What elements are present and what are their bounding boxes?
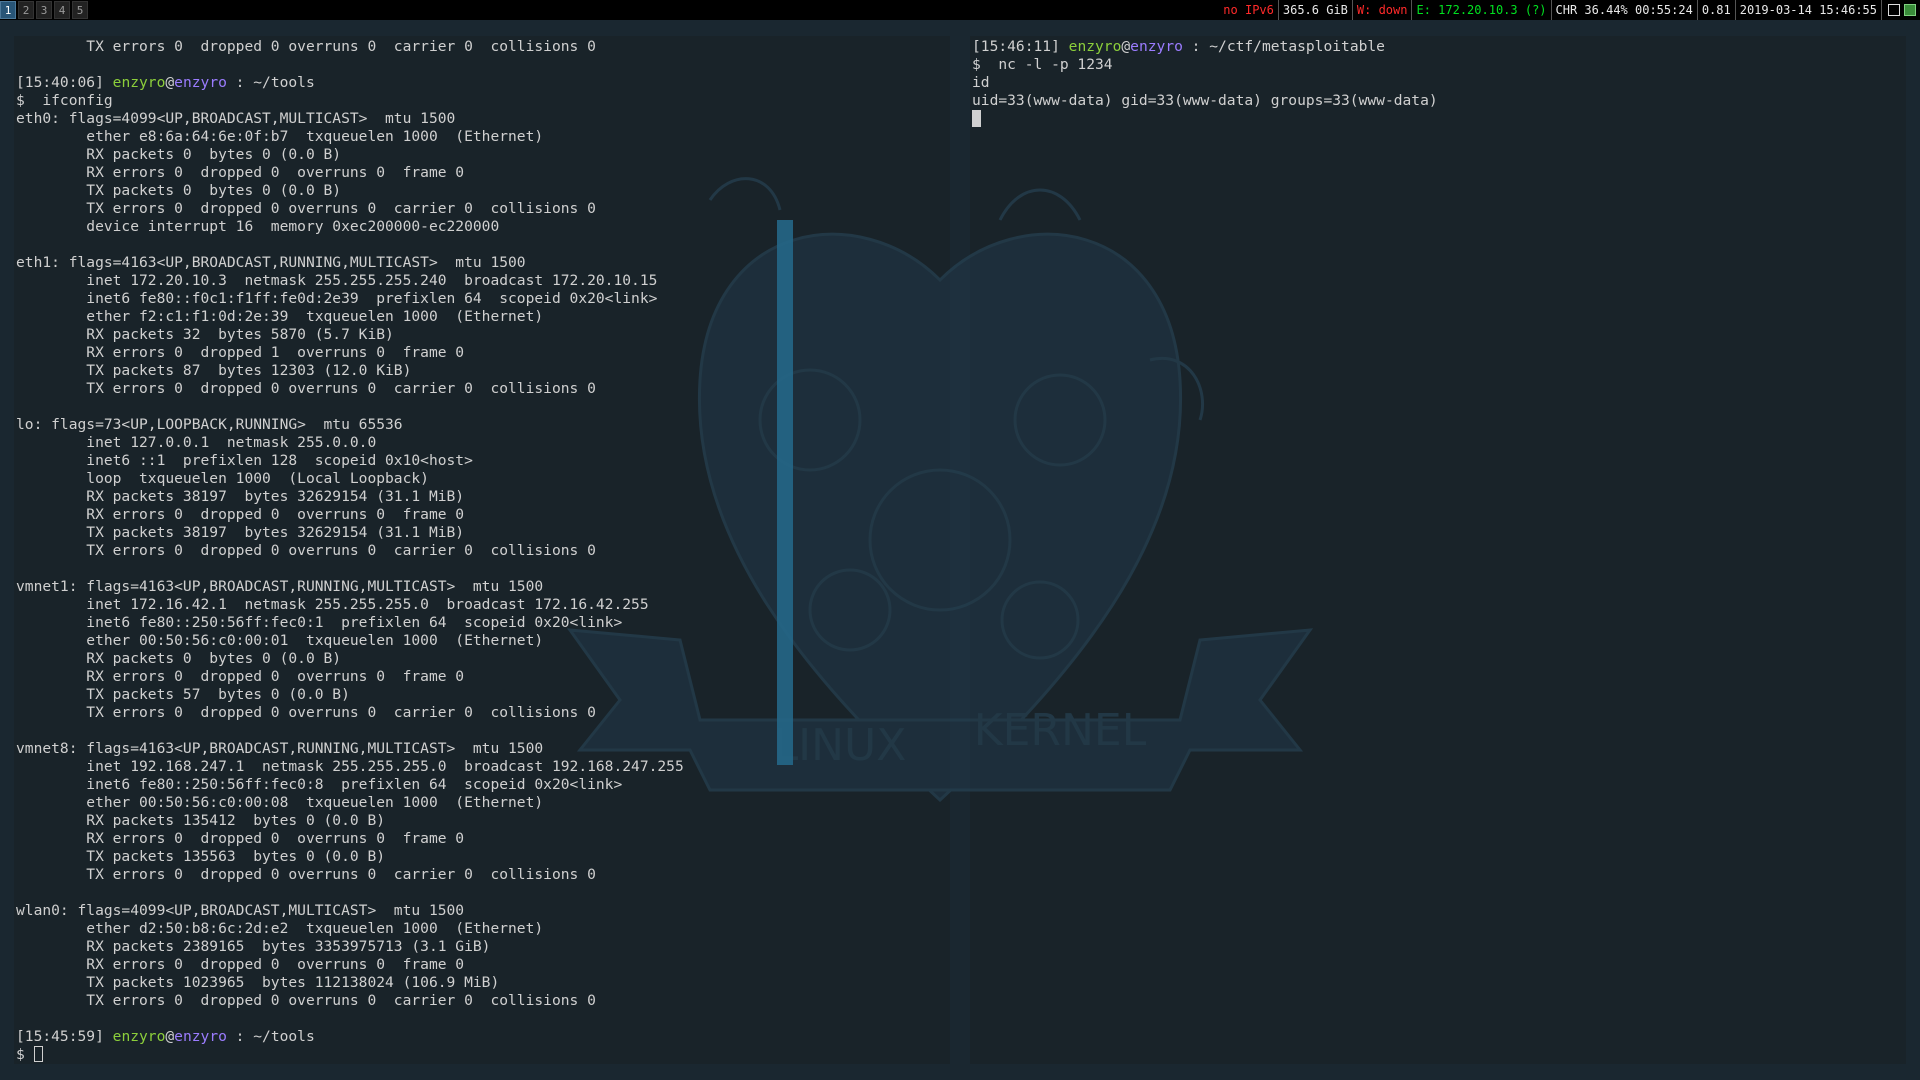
load-status: 0.81	[1698, 0, 1736, 20]
terminal-line: lo: flags=73<UP,LOOPBACK,RUNNING> mtu 65…	[16, 416, 403, 433]
terminal-line: TX errors 0 dropped 0 overruns 0 carrier…	[16, 200, 596, 217]
terminal-line: RX errors 0 dropped 0 overruns 0 frame 0	[16, 956, 465, 973]
desktop: TX errors 0 dropped 0 overruns 0 carrier…	[0, 20, 1920, 1080]
terminal-line: TX packets 135563 bytes 0 (0.0 B)	[16, 848, 386, 865]
terminal-line: inet6 fe80::250:56ff:fec0:1 prefixlen 64…	[16, 614, 623, 631]
terminal-line: ether d2:50:b8:6c:2d:e2 txqueuelen 1000 …	[16, 920, 544, 937]
terminal-line: eth0: flags=4099<UP,BROADCAST,MULTICAST>…	[16, 110, 456, 127]
prompt-user: enzyro	[1068, 38, 1122, 55]
terminal-line: RX packets 32 bytes 5870 (5.7 KiB)	[16, 326, 394, 343]
wallpaper-accent-stripe	[777, 220, 793, 765]
terminal-line: RX errors 0 dropped 0 overruns 0 frame 0	[16, 164, 465, 181]
terminal-line: [15:40:06] enzyro@enzyro : ~/tools	[16, 74, 315, 91]
terminal-line: [15:46:11] enzyro@enzyro : ~/ctf/metaspl…	[972, 38, 1385, 55]
terminal-cursor	[33, 1046, 43, 1062]
terminal-line: RX packets 135412 bytes 0 (0.0 B)	[16, 812, 386, 829]
terminal-line: TX errors 0 dropped 0 overruns 0 carrier…	[16, 38, 596, 55]
terminal-line: inet 127.0.0.1 netmask 255.0.0.0	[16, 434, 377, 451]
system-tray	[1882, 4, 1916, 16]
terminal-line: ether f2:c1:f1:0d:2e:39 txqueuelen 1000 …	[16, 308, 544, 325]
terminal-line: TX errors 0 dropped 0 overruns 0 carrier…	[16, 992, 596, 1009]
linux-kernel-heart-wallpaper-icon: LINUX KERNEL	[566, 177, 1314, 803]
ipv6-status: no IPv6	[1219, 0, 1279, 20]
terminal-line: vmnet8: flags=4163<UP,BROADCAST,RUNNING,…	[16, 740, 544, 757]
terminal-line: RX errors 0 dropped 0 overruns 0 frame 0	[16, 668, 465, 685]
terminal-line: RX errors 0 dropped 0 overruns 0 frame 0	[16, 830, 465, 847]
terminal-cursor	[972, 110, 981, 127]
terminal-line: RX packets 2389165 bytes 3353975713 (3.1…	[16, 938, 491, 955]
terminal-line: TX errors 0 dropped 0 overruns 0 carrier…	[16, 380, 596, 397]
terminal-line: TX packets 87 bytes 12303 (12.0 KiB)	[16, 362, 412, 379]
terminal-line: vmnet1: flags=4163<UP,BROADCAST,RUNNING,…	[16, 578, 544, 595]
terminal-line: RX packets 0 bytes 0 (0.0 B)	[16, 650, 342, 667]
wallpaper-right-word: KERNEL	[974, 705, 1147, 756]
workspace-switcher: 1 2 3 4 5	[0, 0, 90, 20]
terminal-line: TX errors 0 dropped 0 overruns 0 carrier…	[16, 866, 596, 883]
workspace-1-button[interactable]: 1	[0, 1, 16, 19]
terminal-line: uid=33(www-data) gid=33(www-data) groups…	[972, 92, 1438, 109]
terminal-line: inet 172.16.42.1 netmask 255.255.255.0 b…	[16, 596, 649, 613]
terminal-line: TX packets 1023965 bytes 112138024 (106.…	[16, 974, 500, 991]
terminal-line: ether e8:6a:64:6e:0f:b7 txqueuelen 1000 …	[16, 128, 544, 145]
terminal-line: inet6 fe80::250:56ff:fec0:8 prefixlen 64…	[16, 776, 623, 793]
terminal-line: ether 00:50:56:c0:00:01 txqueuelen 1000 …	[16, 632, 544, 649]
terminal-line: RX errors 0 dropped 1 overruns 0 frame 0	[16, 344, 465, 361]
prompt-user: enzyro	[112, 74, 166, 91]
terminal-line: [15:45:59] enzyro@enzyro : ~/tools	[16, 1028, 315, 1045]
terminal-line: TX errors 0 dropped 0 overruns 0 carrier…	[16, 704, 596, 721]
terminal-line: RX packets 0 bytes 0 (0.0 B)	[16, 146, 342, 163]
workspace-2-button[interactable]: 2	[18, 1, 34, 19]
terminal-line: TX packets 38197 bytes 32629154 (31.1 Mi…	[16, 524, 465, 541]
disk-status: 365.6 GiB	[1279, 0, 1353, 20]
wifi-status: W: down	[1353, 0, 1413, 20]
battery-status: CHR 36.44% 00:55:24	[1552, 0, 1698, 20]
terminal-line	[972, 110, 981, 128]
workspace-4-button[interactable]: 4	[54, 1, 70, 19]
terminal-line: wlan0: flags=4099<UP,BROADCAST,MULTICAST…	[16, 902, 465, 919]
status-blocks: no IPv6 365.6 GiB W: down E: 172.20.10.3…	[1219, 0, 1916, 20]
terminal-line: id	[972, 74, 990, 91]
prompt-host: enzyro	[1130, 38, 1183, 55]
terminal-line: $	[16, 1046, 43, 1063]
terminal-line: RX errors 0 dropped 0 overruns 0 frame 0	[16, 506, 465, 523]
terminal-line: TX packets 0 bytes 0 (0.0 B)	[16, 182, 342, 199]
top-status-bar: 1 2 3 4 5 no IPv6 365.6 GiB W: down E: 1…	[0, 0, 1920, 20]
terminal-line: device interrupt 16 memory 0xec200000-ec…	[16, 218, 500, 235]
workspace-5-button[interactable]: 5	[72, 1, 88, 19]
tray-network-icon[interactable]	[1904, 4, 1916, 16]
terminal-line: TX packets 57 bytes 0 (0.0 B)	[16, 686, 350, 703]
terminal-line: eth1: flags=4163<UP,BROADCAST,RUNNING,MU…	[16, 254, 526, 271]
terminal-line: $ nc -l -p 1234	[972, 56, 1113, 73]
terminal-line: loop txqueuelen 1000 (Local Loopback)	[16, 470, 429, 487]
prompt-user: enzyro	[112, 1028, 166, 1045]
ethernet-status: E: 172.20.10.3 (?)	[1412, 0, 1552, 20]
prompt-host: enzyro	[174, 1028, 227, 1045]
right-terminal-output[interactable]: [15:46:11] enzyro@enzyro : ~/ctf/metaspl…	[970, 36, 1906, 131]
terminal-line: TX errors 0 dropped 0 overruns 0 carrier…	[16, 542, 596, 559]
terminal-line: RX packets 38197 bytes 32629154 (31.1 Mi…	[16, 488, 465, 505]
terminal-line: $ ifconfig	[16, 92, 113, 109]
prompt-host: enzyro	[174, 74, 227, 91]
terminal-line: inet6 ::1 prefixlen 128 scopeid 0x10<hos…	[16, 452, 473, 469]
datetime-status: 2019-03-14 15:46:55	[1736, 0, 1882, 20]
tray-window-icon[interactable]	[1888, 4, 1900, 16]
workspace-3-button[interactable]: 3	[36, 1, 52, 19]
wallpaper-left-word: LINUX	[774, 720, 907, 771]
terminal-line: ether 00:50:56:c0:00:08 txqueuelen 1000 …	[16, 794, 544, 811]
